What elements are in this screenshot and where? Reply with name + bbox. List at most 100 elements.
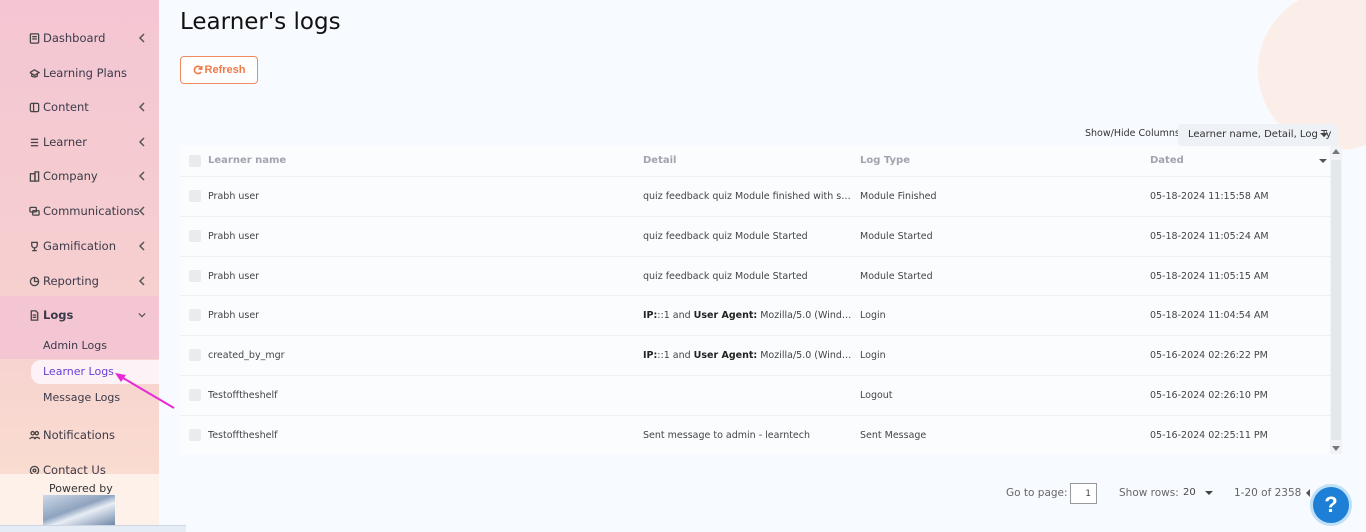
sidebar-item-label: Learner (43, 135, 87, 149)
scroll-down-icon[interactable] (1332, 446, 1340, 451)
sidebar-item-dashboard[interactable]: Dashboard (28, 27, 148, 49)
select-all-checkbox[interactable] (189, 155, 201, 167)
logs-icon (28, 309, 40, 321)
cell-dated: 05-18-2024 11:05:15 AM (1150, 270, 1269, 282)
powered-by-label: Powered by (49, 482, 113, 495)
table-header: Learner name Detail Log Type Dated (180, 146, 1330, 176)
cell-dated: 05-16-2024 02:25:11 PM (1150, 429, 1268, 441)
cell-log-type: Module Started (860, 270, 933, 282)
row-checkbox[interactable] (189, 269, 201, 282)
sidebar-item-company[interactable]: Company (28, 165, 148, 187)
submenu-item-message-logs[interactable]: Message Logs (43, 391, 120, 404)
cell-learner-name: Testofftheshelf (208, 429, 278, 441)
chevron-left-icon[interactable] (136, 100, 148, 114)
row-checkbox[interactable] (189, 389, 201, 401)
cell-log-type: Sent Message (860, 429, 927, 441)
row-checkbox[interactable] (189, 428, 201, 441)
cell-learner-name: Testofftheshelf (208, 390, 278, 401)
detail-text: quiz feedback quiz Module Started (643, 270, 808, 282)
cell-log-type: Module Started (860, 230, 933, 242)
reporting-icon (28, 275, 40, 287)
sidebar-item-notifications[interactable]: Notifications (28, 424, 148, 446)
sidebar-item-logs[interactable]: Logs (28, 304, 148, 326)
cell-dated: 05-16-2024 02:26:10 PM (1150, 390, 1268, 401)
scroll-up-icon[interactable] (1332, 149, 1340, 154)
previous-page-icon[interactable] (1306, 489, 1310, 497)
table-row[interactable]: Prabh user IP:::1 and User Agent: Mozilla… (180, 295, 1330, 333)
cell-dated: 05-18-2024 11:05:24 AM (1150, 230, 1269, 242)
sidebar-item-label: Communications (43, 204, 140, 218)
cell-dated: 05-16-2024 02:26:22 PM (1150, 350, 1268, 362)
user-agent-value: Mozilla/5.0 (Windows NT 1... (760, 310, 853, 322)
cell-learner-name: Prabh user (208, 270, 260, 282)
sort-caret-icon[interactable] (1319, 159, 1327, 163)
rows-per-page-select[interactable]: 20 (1183, 487, 1215, 498)
sidebar-item-label: Logs (43, 308, 74, 322)
row-checkbox[interactable] (189, 190, 201, 202)
cell-detail: quiz feedback quiz Module finished with … (643, 191, 853, 202)
cell-dated: 05-18-2024 11:04:54 AM (1150, 310, 1269, 322)
sidebar-item-gamification[interactable]: Gamification (28, 235, 148, 257)
sidebar-item-label: Reporting (43, 274, 99, 288)
column-header-detail[interactable]: Detail (643, 155, 676, 166)
logs-table: Learner name Detail Log Type Dated Prabh… (180, 146, 1330, 454)
row-checkbox[interactable] (189, 349, 201, 362)
sidebar-item-learning-plans[interactable]: Learning Plans (28, 62, 148, 84)
notifications-icon (28, 429, 40, 441)
chevron-left-icon[interactable] (136, 239, 148, 253)
learning-plans-icon (28, 67, 40, 79)
column-header-learner-name[interactable]: Learner name (208, 155, 286, 166)
refresh-label: Refresh (204, 64, 246, 76)
row-checkbox[interactable] (189, 229, 201, 242)
refresh-button[interactable]: Refresh (180, 56, 258, 84)
cell-log-type: Login (860, 350, 886, 362)
sidebar: Dashboard Learning Plans Content Learner… (0, 0, 186, 532)
company-icon (28, 170, 40, 182)
cell-learner-name: created_by_mgr (208, 350, 285, 362)
rows-per-page-value: 20 (1183, 487, 1196, 498)
cell-detail: IP:::1 and User Agent: Mozilla/5.0 (Wind… (643, 310, 853, 321)
table-row[interactable]: Prabh user quiz feedback quiz Module fini… (180, 176, 1330, 214)
content-icon (28, 101, 40, 113)
cell-log-type: Module Finished (860, 191, 937, 202)
cell-dated: 05-18-2024 11:15:58 AM (1150, 191, 1269, 202)
sidebar-item-content[interactable]: Content (28, 96, 148, 118)
cell-learner-name: Prabh user (208, 230, 260, 242)
detail-text: Sent message to admin - learntech (643, 429, 811, 441)
sidebar-item-communications[interactable]: Communications (28, 200, 148, 222)
page-title: Learner's logs (180, 9, 341, 35)
table-row[interactable]: Prabh user quiz feedback quiz Module Star… (180, 215, 1330, 254)
scrollbar-thumb[interactable] (1331, 160, 1341, 440)
show-hide-columns-value: Learner name, Detail, Log Ty (1188, 129, 1332, 140)
submenu-item-admin-logs[interactable]: Admin Logs (43, 339, 107, 352)
detail-text: quiz feedback quiz Module Started (643, 230, 808, 242)
learner-icon (28, 136, 40, 148)
sidebar-item-learner[interactable]: Learner (28, 131, 148, 153)
show-hide-columns-select[interactable]: Learner name, Detail, Log Ty (1178, 124, 1338, 146)
sidebar-item-reporting[interactable]: Reporting (28, 270, 148, 292)
help-button[interactable]: ? (1310, 484, 1352, 526)
table-scrollbar[interactable] (1330, 146, 1342, 454)
cell-log-type: Logout (860, 390, 893, 401)
chevron-left-icon[interactable] (136, 169, 148, 183)
chevron-left-icon[interactable] (136, 31, 148, 45)
annotation-arrow-icon (115, 373, 175, 409)
column-header-log-type[interactable]: Log Type (860, 155, 910, 166)
column-header-dated[interactable]: Dated (1150, 155, 1184, 166)
go-to-page-label: Go to page: (1006, 487, 1068, 499)
and-text: and (669, 350, 694, 362)
go-to-page-input[interactable] (1070, 483, 1097, 504)
table-row[interactable]: created_by_mgr IP:::1 and User Agent: Moz… (180, 335, 1330, 373)
user-agent-label: User Agent: (693, 350, 758, 362)
chevron-left-icon[interactable] (136, 135, 148, 149)
status-bar (0, 525, 186, 532)
chevron-left-icon[interactable] (136, 204, 148, 218)
dashboard-icon (28, 32, 40, 44)
table-row[interactable]: Prabh user quiz feedback quiz Module Star… (180, 255, 1330, 294)
table-row[interactable]: Testofftheshelf Logout 05-16-2024 02:26:10… (180, 375, 1330, 413)
table-row[interactable]: Testofftheshelf Sent message to admin - l… (180, 414, 1330, 453)
chevron-left-icon[interactable] (136, 274, 148, 288)
row-checkbox[interactable] (189, 309, 201, 322)
chevron-down-icon[interactable] (136, 308, 148, 322)
user-agent-label: User Agent: (693, 310, 758, 322)
